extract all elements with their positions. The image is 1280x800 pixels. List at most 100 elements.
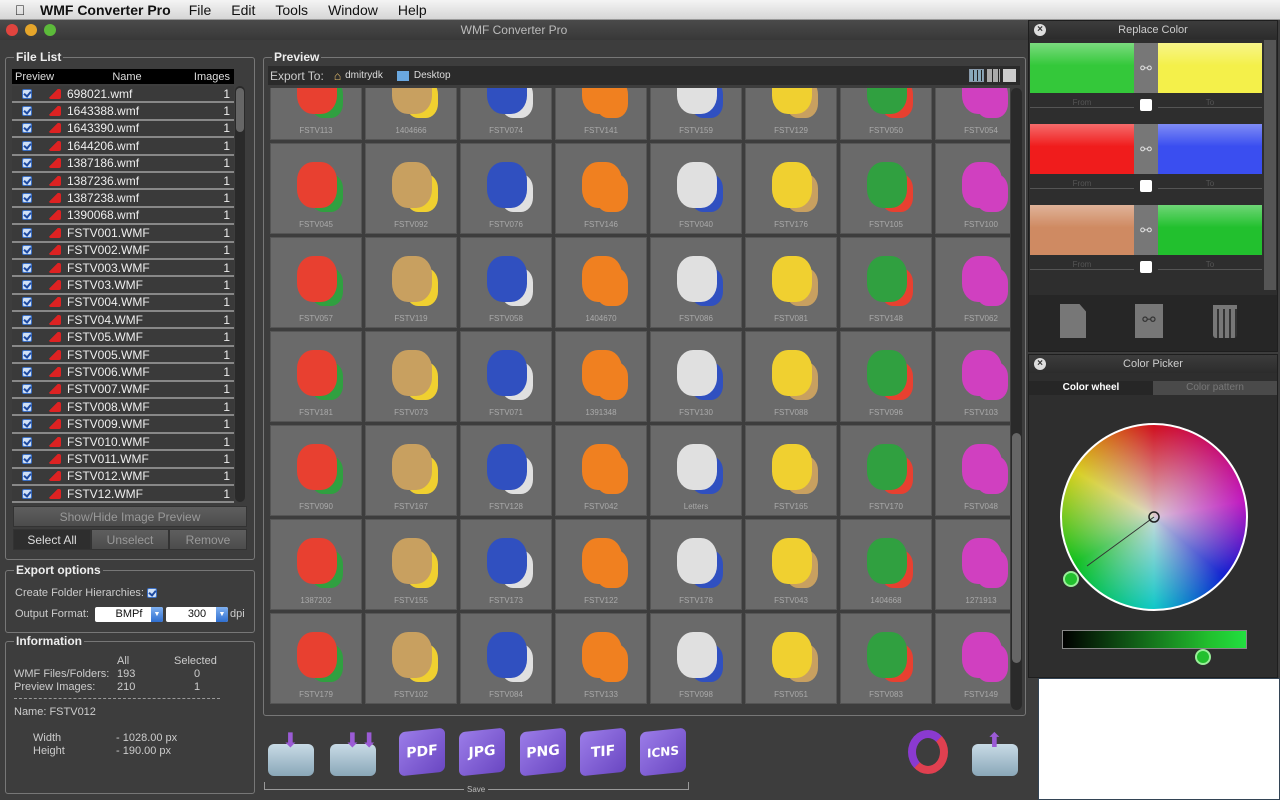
preview-checkbox[interactable] <box>22 175 32 186</box>
to-color-swatch[interactable] <box>1158 43 1262 93</box>
preview-tile[interactable]: FSTV128 <box>460 425 552 516</box>
menu-tools[interactable]: Tools <box>275 2 308 18</box>
preview-checkbox[interactable] <box>22 297 32 308</box>
tab-color-wheel[interactable]: Color wheel <box>1029 381 1153 395</box>
preview-checkbox[interactable] <box>22 245 32 256</box>
unselect-button[interactable]: Unselect <box>91 529 169 550</box>
preview-tile[interactable]: FSTV086 <box>650 237 742 328</box>
preview-tile[interactable]: FSTV098 <box>650 613 742 704</box>
close-window-button[interactable] <box>6 24 18 36</box>
file-row[interactable]: 1390068.wmf 1 <box>12 207 234 226</box>
preview-tile[interactable]: FSTV051 <box>745 613 837 704</box>
preview-tile[interactable]: 1391348 <box>555 331 647 422</box>
preview-checkbox[interactable] <box>22 401 32 412</box>
preview-tile[interactable]: FSTV113 <box>270 88 362 140</box>
preview-tile[interactable]: FSTV090 <box>270 425 362 516</box>
refresh-icon[interactable] <box>908 730 948 774</box>
file-row[interactable]: 1644206.wmf 1 <box>12 138 234 156</box>
single-view-icon[interactable] <box>1003 69 1016 82</box>
open-folder-button[interactable]: ⬆ <box>972 730 1018 776</box>
menu-edit[interactable]: Edit <box>231 2 255 18</box>
swap-colors-icon[interactable]: ⚯ <box>1135 304 1163 338</box>
preview-tile[interactable]: FSTV062 <box>935 237 1010 328</box>
close-icon[interactable]: × <box>1034 24 1046 36</box>
preview-checkbox[interactable] <box>22 140 32 151</box>
save-folder-button[interactable]: ⬇ <box>268 730 314 776</box>
preview-tile[interactable]: FSTV084 <box>460 613 552 704</box>
menu-window[interactable]: Window <box>328 2 378 18</box>
file-row[interactable]: 1643388.wmf 1 <box>12 103 234 121</box>
preview-tile[interactable]: FSTV129 <box>745 88 837 140</box>
preview-tile[interactable]: FSTV073 <box>365 331 457 422</box>
preview-tile[interactable]: FSTV178 <box>650 519 742 610</box>
minimize-window-button[interactable] <box>25 24 37 36</box>
preview-tile[interactable]: FSTV081 <box>745 237 837 328</box>
file-row[interactable]: FSTV05.WMF 1 <box>12 329 234 347</box>
preview-tile[interactable]: FSTV042 <box>555 425 647 516</box>
grid-small-view-icon[interactable] <box>987 69 1000 82</box>
preview-tile[interactable]: FSTV102 <box>365 613 457 704</box>
output-format-select[interactable]: BMPf ▼ <box>95 607 163 622</box>
file-row[interactable]: FSTV006.WMF 1 <box>12 364 234 382</box>
close-icon[interactable]: × <box>1034 358 1046 370</box>
preview-tile[interactable]: FSTV096 <box>840 331 932 422</box>
preview-checkbox[interactable] <box>22 332 32 343</box>
preview-tile[interactable]: 1404666 <box>365 88 457 140</box>
save-icns-button[interactable]: ICNS <box>640 727 686 777</box>
save-tif-button[interactable]: TIF <box>580 727 626 777</box>
file-row[interactable]: FSTV001.WMF 1 <box>12 225 234 243</box>
preview-tile[interactable]: FSTV074 <box>460 88 552 140</box>
file-row[interactable]: FSTV009.WMF 1 <box>12 416 234 434</box>
brightness-slider[interactable] <box>1062 630 1247 649</box>
menu-app-name[interactable]: WMF Converter Pro <box>40 2 171 18</box>
preview-checkbox[interactable] <box>22 314 32 325</box>
save-pdf-button[interactable]: PDF <box>399 727 445 777</box>
preview-checkbox[interactable] <box>22 366 32 377</box>
pair-enable-checkbox[interactable] <box>1140 99 1152 111</box>
tab-color-pattern[interactable]: Color pattern <box>1153 381 1277 395</box>
file-row[interactable]: FSTV010.WMF 1 <box>12 433 234 452</box>
preview-checkbox[interactable] <box>22 106 32 117</box>
preview-tile[interactable]: 1271913 <box>935 519 1010 610</box>
preview-tile[interactable]: FSTV167 <box>365 425 457 516</box>
preview-tile[interactable]: 1404670 <box>555 237 647 328</box>
new-document-icon[interactable] <box>1060 304 1086 338</box>
show-hide-preview-button[interactable]: Show/Hide Image Preview <box>13 506 247 527</box>
preview-tile[interactable]: FSTV058 <box>460 237 552 328</box>
create-folder-checkbox[interactable] <box>147 588 157 598</box>
brightness-handle[interactable] <box>1195 649 1211 665</box>
trash-icon[interactable] <box>1213 305 1237 338</box>
preview-tile[interactable]: FSTV122 <box>555 519 647 610</box>
grid-large-view-icon[interactable] <box>969 69 984 82</box>
preview-tile[interactable]: FSTV045 <box>270 143 362 234</box>
preview-checkbox[interactable] <box>22 158 32 169</box>
file-row[interactable]: 1643390.wmf 1 <box>12 120 234 139</box>
preview-tile[interactable]: FSTV043 <box>745 519 837 610</box>
preview-tile[interactable]: FSTV170 <box>840 425 932 516</box>
preview-tile[interactable]: FSTV103 <box>935 331 1010 422</box>
preview-tile[interactable]: FSTV088 <box>745 331 837 422</box>
file-row[interactable]: 698021.wmf 1 <box>12 86 234 104</box>
path-desktop[interactable]: Desktop <box>414 70 451 81</box>
from-color-swatch[interactable] <box>1030 205 1134 255</box>
menu-help[interactable]: Help <box>398 2 427 18</box>
file-row[interactable]: FSTV007.WMF 1 <box>12 381 234 400</box>
file-row[interactable]: FSTV008.WMF 1 <box>12 399 234 417</box>
link-icon[interactable]: ⚯ <box>1134 124 1158 174</box>
preview-checkbox[interactable] <box>22 88 32 99</box>
file-row[interactable]: FSTV011.WMF 1 <box>12 451 234 469</box>
preview-checkbox[interactable] <box>22 210 32 221</box>
file-row[interactable]: FSTV03.WMF 1 <box>12 277 234 295</box>
preview-tile[interactable]: FSTV165 <box>745 425 837 516</box>
from-color-swatch[interactable] <box>1030 124 1134 174</box>
preview-tile[interactable]: FSTV155 <box>365 519 457 610</box>
preview-checkbox[interactable] <box>22 349 32 360</box>
replace-color-scrollbar[interactable] <box>1264 40 1276 290</box>
pair-enable-checkbox[interactable] <box>1140 261 1152 273</box>
preview-tile[interactable]: FSTV119 <box>365 237 457 328</box>
preview-tile[interactable]: FSTV149 <box>935 613 1010 704</box>
file-row[interactable]: 1387238.wmf 1 <box>12 190 234 208</box>
pair-enable-checkbox[interactable] <box>1140 180 1152 192</box>
zoom-window-button[interactable] <box>44 24 56 36</box>
preview-checkbox[interactable] <box>22 419 32 430</box>
